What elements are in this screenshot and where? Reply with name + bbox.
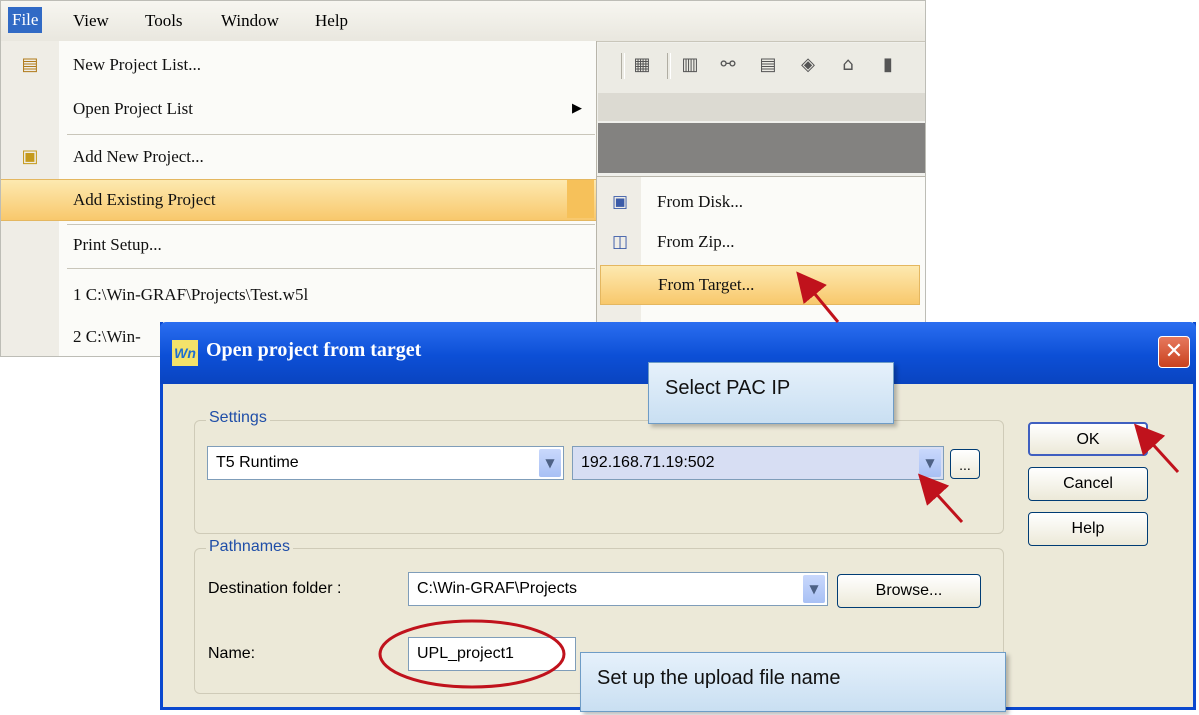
home-icon[interactable]: ⌂ [837, 54, 859, 76]
menu-item-label: Print Setup... [73, 235, 162, 254]
menu-bar: File View Tools Window Help [1, 1, 925, 42]
menu-item-add-existing-project[interactable]: Add Existing Project [1, 179, 596, 221]
app-window: File View Tools Window Help ▦ ▥ ⚯ ▤ ◈ ⌂ … [0, 0, 926, 357]
menu-item-label: From Disk... [657, 192, 743, 211]
close-icon[interactable]: ✕ [1158, 336, 1190, 368]
menu-window[interactable]: Window [217, 8, 283, 34]
name-label: Name: [208, 645, 256, 662]
menu-separator [67, 134, 595, 135]
toolbar-separator [621, 53, 625, 79]
destination-folder-select[interactable]: C:\Win-GRAF\Projects ▼ [408, 572, 828, 606]
menu-item-label: From Target... [658, 275, 755, 294]
menu-item-from-zip[interactable]: ◫ From Zip... [597, 223, 925, 261]
menu-item-label: New Project List... [73, 55, 201, 74]
menu-item-label: 2 C:\Win- [73, 327, 141, 346]
new-list-icon: ▤ [21, 54, 39, 75]
win-graf-logo-icon: Wn [172, 340, 198, 366]
menu-help[interactable]: Help [311, 8, 352, 34]
variables-icon[interactable]: ▤ [757, 54, 779, 76]
menu-item-label: 1 C:\Win-GRAF\Projects\Test.w5l [73, 285, 309, 304]
runtime-value: T5 Runtime [216, 454, 299, 471]
pathnames-group-label: Pathnames [206, 538, 293, 556]
submenu-arrow-icon [567, 180, 594, 218]
callout-upload-name: Set up the upload file name [580, 652, 1006, 712]
workspace-area [598, 123, 925, 173]
chevron-down-icon[interactable]: ▼ [539, 449, 561, 477]
callout-select-ip: Select PAC IP [648, 362, 894, 424]
network-icon[interactable]: ⚯ [717, 54, 739, 76]
destination-folder-value: C:\Win-GRAF\Projects [417, 580, 578, 597]
menu-item-recent-1[interactable]: 1 C:\Win-GRAF\Projects\Test.w5l [1, 275, 596, 315]
runtime-select[interactable]: T5 Runtime ▼ [207, 446, 564, 480]
file-menu: ▤ New Project List... Open Project List … [1, 41, 597, 356]
destination-folder-label: Destination folder : [208, 580, 342, 597]
menu-item-from-target[interactable]: From Target... [600, 265, 920, 305]
menu-item-label: Add Existing Project [73, 190, 216, 209]
menu-file[interactable]: File [8, 7, 43, 33]
browse-button[interactable]: Browse... [837, 574, 981, 608]
cancel-button[interactable]: Cancel [1028, 467, 1148, 501]
menu-tools[interactable]: Tools [141, 8, 187, 34]
menu-item-new-project-list[interactable]: ▤ New Project List... [1, 45, 596, 85]
grid-icon[interactable]: ▥ [679, 54, 701, 76]
device-icon[interactable]: ◈ [797, 54, 819, 76]
settings-group-label: Settings [206, 409, 270, 427]
project-name-input[interactable]: UPL_project1 [408, 637, 576, 671]
menu-view[interactable]: View [69, 8, 113, 34]
menu-item-label: Add New Project... [73, 147, 204, 166]
connection-settings-button[interactable]: ... [950, 449, 980, 479]
menu-item-add-new-project[interactable]: ▣ Add New Project... [1, 137, 596, 177]
chevron-down-icon[interactable]: ▼ [919, 449, 941, 477]
project-name-value: UPL_project1 [417, 645, 514, 662]
help-button[interactable]: Help [1028, 512, 1148, 546]
disk-icon: ▣ [611, 192, 629, 212]
chevron-down-icon[interactable]: ▼ [803, 575, 825, 603]
callout-text: Set up the upload file name [597, 667, 841, 689]
menu-item-print-setup[interactable]: Print Setup... [1, 225, 596, 265]
submenu-arrow-icon: ▶ [572, 101, 582, 116]
target-ip-select[interactable]: 192.168.71.19:502 ▼ [572, 446, 944, 480]
dialog-title: Open project from target [206, 339, 422, 361]
menu-item-label: Open Project List [73, 99, 193, 118]
callout-text: Select PAC IP [665, 377, 791, 399]
zip-icon: ◫ [611, 232, 629, 252]
menu-separator [67, 268, 595, 269]
ok-button[interactable]: OK [1028, 422, 1148, 456]
add-project-icon: ▣ [21, 146, 39, 167]
table-icon[interactable]: ▦ [631, 54, 653, 76]
menu-item-open-project-list[interactable]: Open Project List ▶ [1, 89, 596, 129]
menu-item-label: From Zip... [657, 232, 735, 251]
toolbar-separator [667, 53, 671, 79]
menu-item-from-disk[interactable]: ▣ From Disk... [597, 183, 925, 221]
workspace-tabs [598, 93, 925, 121]
target-ip-value: 192.168.71.19:502 [581, 454, 715, 471]
toolbar-more-icon[interactable]: ▮ [877, 54, 899, 76]
